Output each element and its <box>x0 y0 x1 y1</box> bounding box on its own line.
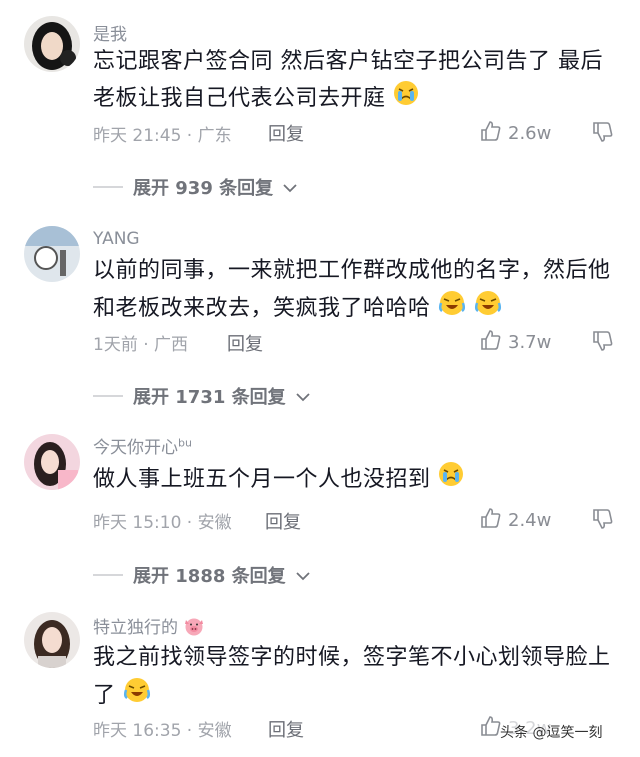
dislike-button[interactable] <box>592 121 614 147</box>
laughing-crying-emoji <box>123 676 151 716</box>
divider <box>93 186 123 188</box>
crying-emoji <box>438 461 464 499</box>
region: 广西 <box>154 335 189 355</box>
watermark: 头条 @逗笑一刻 <box>500 725 603 741</box>
comment-text: 我之前找领导签字的时候，签字笔不小心划领导脸上了 <box>93 640 613 716</box>
chevron-down-icon <box>296 565 310 586</box>
crying-emoji <box>393 80 419 118</box>
like-count: 3.7w <box>508 332 552 353</box>
chevron-down-icon <box>296 386 310 407</box>
region: 安徽 <box>197 513 232 533</box>
timestamp: 昨天 15:10 <box>93 513 182 533</box>
comment-meta: 昨天 15:10 · 安徽 <box>93 513 232 533</box>
comment-meta: 1天前 · 广西 <box>93 335 189 355</box>
like-count: 2.6w <box>508 123 552 144</box>
comment-meta: 昨天 16:35 · 安徽 <box>93 721 232 741</box>
laughing-crying-emoji <box>474 289 502 329</box>
thumbs-down-icon <box>592 509 614 534</box>
avatar[interactable] <box>24 226 80 282</box>
username[interactable]: YANG <box>93 229 140 249</box>
timestamp: 昨天 21:45 <box>93 126 182 146</box>
timestamp: 昨天 16:35 <box>93 721 182 741</box>
comment-meta: 昨天 21:45 · 广东 <box>93 126 232 146</box>
divider <box>93 574 123 576</box>
comment-1: 是我 忘记跟客户签合同 然后客户钻空子把公司告了 最后老板让我自己代表公司去开庭… <box>0 0 640 210</box>
thumbs-up-icon <box>480 507 502 534</box>
avatar[interactable] <box>24 434 80 490</box>
comment-text: 以前的同事，一来就把工作群改成他的名字，然后他和老板改来改去，笑疯我了哈哈哈 <box>93 253 613 329</box>
laughing-crying-emoji <box>438 289 466 329</box>
thumbs-up-icon <box>480 120 502 147</box>
reply-button[interactable]: 回复 <box>227 330 263 356</box>
region: 安徽 <box>197 721 232 741</box>
pig-emoji <box>183 616 205 641</box>
thumbs-up-icon <box>480 329 502 356</box>
comment-text: 做人事上班五个月一个人也没招到 <box>93 461 613 499</box>
reply-button[interactable]: 回复 <box>268 716 304 742</box>
dislike-button[interactable] <box>592 508 614 534</box>
username[interactable]: 今天你开心bu <box>93 433 192 458</box>
expand-replies[interactable]: 展开 1731 条回复 <box>93 383 310 409</box>
like-button[interactable]: 2.6w <box>480 120 551 147</box>
username[interactable]: 特立独行的 <box>93 613 205 641</box>
like-button[interactable]: 2.4w <box>480 507 551 534</box>
username[interactable]: 是我 <box>93 20 127 45</box>
expand-replies[interactable]: 展开 939 条回复 <box>93 174 297 200</box>
divider <box>93 395 123 397</box>
thumbs-up-icon <box>480 715 502 742</box>
timestamp: 1天前 <box>93 335 138 355</box>
like-button[interactable]: 3.7w <box>480 329 551 356</box>
comment-text: 忘记跟客户签合同 然后客户钻空子把公司告了 最后老板让我自己代表公司去开庭 <box>93 44 613 118</box>
dislike-button[interactable] <box>592 330 614 356</box>
avatar[interactable] <box>24 612 80 668</box>
thumbs-down-icon <box>592 331 614 356</box>
like-count: 2.4w <box>508 510 552 531</box>
reply-button[interactable]: 回复 <box>268 120 304 146</box>
expand-replies[interactable]: 展开 1888 条回复 <box>93 562 310 588</box>
region: 广东 <box>197 126 232 146</box>
thumbs-down-icon <box>592 122 614 147</box>
chevron-down-icon <box>283 177 297 198</box>
avatar[interactable] <box>24 16 80 72</box>
reply-button[interactable]: 回复 <box>265 508 301 534</box>
